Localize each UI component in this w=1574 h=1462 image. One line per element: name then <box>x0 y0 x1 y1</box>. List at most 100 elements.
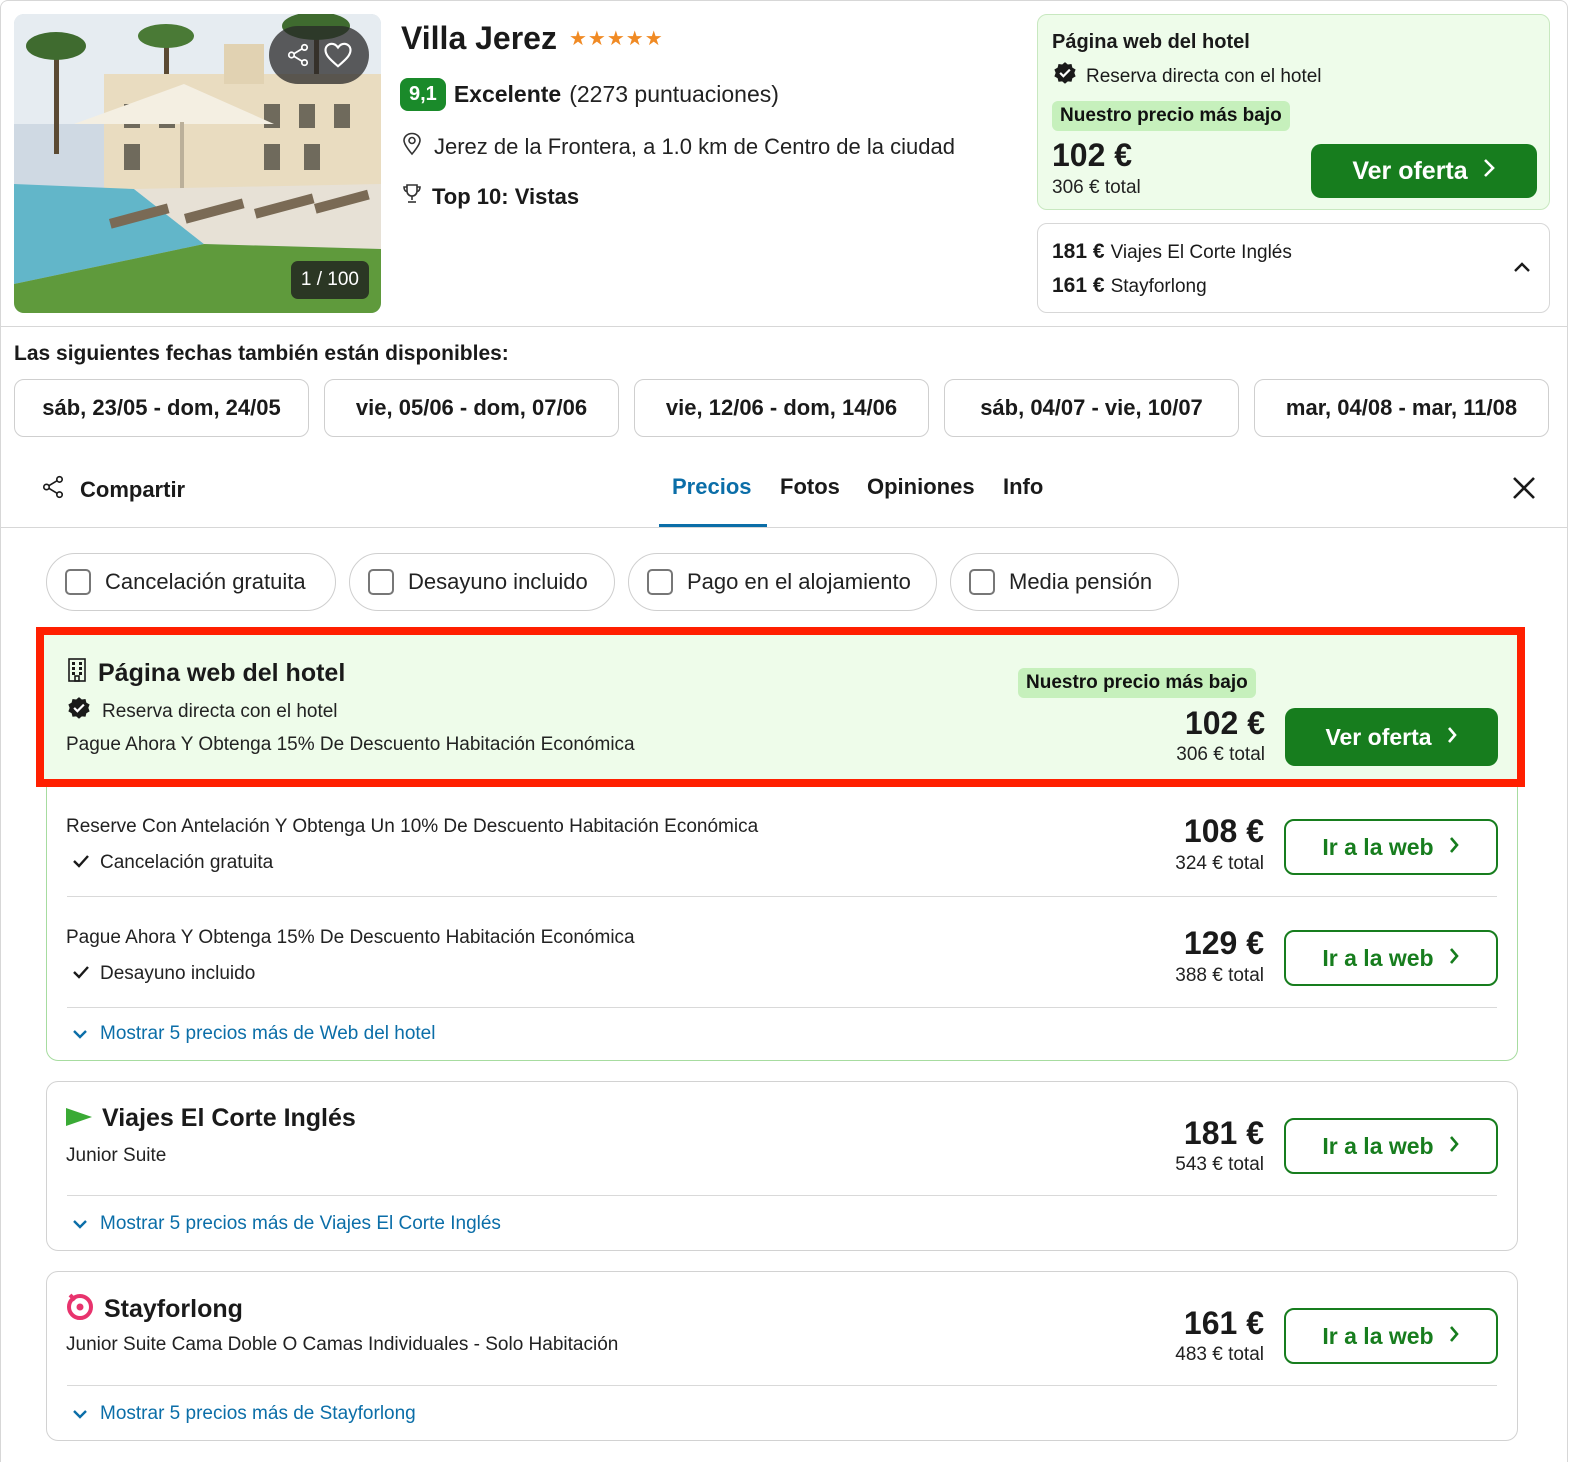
go-to-site-button[interactable]: Ir a la web <box>1284 1308 1498 1364</box>
hotel-title-row: Villa Jerez ★★★★★ <box>401 20 664 57</box>
top-offer-price: 102 € <box>1052 137 1133 173</box>
tab-reviews[interactable]: Opiniones <box>867 474 975 500</box>
filter-label: Desayuno incluido <box>408 569 588 594</box>
filter-label: Media pensión <box>1009 569 1153 594</box>
other-offer-provider: Stayforlong <box>1110 276 1207 297</box>
photo-actions <box>269 26 369 84</box>
rating-count: (2273 puntuaciones) <box>569 81 779 107</box>
verified-badge-icon <box>66 696 92 728</box>
row-divider <box>67 1007 1497 1008</box>
chevron-right-icon <box>1448 1323 1460 1350</box>
corte-ingles-offers-group: Viajes El Corte Inglés Junior Suite 181 … <box>46 1081 1518 1251</box>
provider-name: Viajes El Corte Inglés <box>102 1104 356 1132</box>
hotel-photo[interactable]: 1 / 100 <box>14 14 381 313</box>
offer-total: 543 € total <box>1175 1154 1264 1175</box>
heart-icon[interactable] <box>323 41 353 69</box>
go-to-site-label: Ir a la web <box>1322 833 1434 860</box>
chevron-down-icon <box>72 1403 88 1425</box>
date-chip[interactable]: mar, 04/08 - mar, 11/08 <box>1254 379 1549 437</box>
other-offer-price: 161 € <box>1052 274 1105 297</box>
view-offer-label: Ver oferta <box>1352 156 1468 185</box>
go-to-site-label: Ir a la web <box>1322 1132 1434 1159</box>
filter-free-cancellation[interactable]: Cancelación gratuita <box>46 553 336 611</box>
filter-half-board[interactable]: Media pensión <box>950 553 1179 611</box>
corte-ingles-logo-icon <box>66 1104 92 1133</box>
checkmark-icon <box>72 963 90 985</box>
offer-price: 102 € <box>1184 705 1265 741</box>
stayforlong-offers-group: Stayforlong Junior Suite Cama Doble O Ca… <box>46 1271 1518 1441</box>
offer-price: 129 € <box>1183 925 1264 961</box>
row-divider <box>67 1385 1497 1386</box>
close-icon[interactable] <box>1510 474 1538 507</box>
offer-total: 306 € total <box>1176 744 1265 765</box>
chevron-right-icon <box>1448 834 1460 861</box>
checkmark-icon <box>72 852 90 874</box>
other-offers-summary[interactable]: 181 € Viajes El Corte Inglés 161 € Stayfor… <box>1037 223 1550 313</box>
featured-offer-highlight[interactable]: Página web del hotel Reserva directa con… <box>36 627 1525 787</box>
show-more-label: Mostrar 5 precios más de Stayforlong <box>100 1403 416 1424</box>
location-pin-icon <box>402 132 422 162</box>
chevron-up-icon[interactable] <box>1513 260 1531 278</box>
go-to-site-button[interactable]: Ir a la web <box>1284 930 1498 986</box>
other-offer-price: 181 € <box>1052 240 1105 263</box>
top-offer-card[interactable]: Página web del hotel Reserva directa con… <box>1037 14 1550 210</box>
go-to-site-label: Ir a la web <box>1322 944 1434 971</box>
top-offer-direct-booking: Reserva directa con el hotel <box>1052 61 1322 93</box>
checkbox[interactable] <box>65 569 91 595</box>
checkbox[interactable] <box>368 569 394 595</box>
stayforlong-logo-icon <box>66 1292 94 1327</box>
chevron-right-icon <box>1482 157 1496 186</box>
show-more-label: Mostrar 5 precios más de Web del hotel <box>100 1023 436 1044</box>
offer-description: Pague Ahora Y Obtenga 15% De Descuento H… <box>66 734 635 755</box>
filter-label: Cancelación gratuita <box>105 569 306 594</box>
view-offer-label: Ver oferta <box>1325 723 1432 750</box>
go-to-site-label: Ir a la web <box>1322 1322 1434 1349</box>
date-chip[interactable]: sáb, 04/07 - vie, 10/07 <box>944 379 1239 437</box>
offer-feature-label: Desayuno incluido <box>100 963 256 984</box>
tab-info[interactable]: Info <box>1003 474 1043 500</box>
featured-offer-title: Página web del hotel <box>66 657 345 690</box>
photo-counter: 1 / 100 <box>290 261 369 299</box>
other-offer-row: 161 € Stayforlong <box>1052 274 1207 298</box>
filter-pay-at-property[interactable]: Pago en el alojamiento <box>628 553 937 611</box>
show-more-prices-link[interactable]: Mostrar 5 precios más de Web del hotel <box>72 1023 435 1045</box>
offer-description: Pague Ahora Y Obtenga 15% De Descuento H… <box>66 927 635 948</box>
offer-total: 324 € total <box>1175 853 1264 874</box>
view-offer-button[interactable]: Ver oferta <box>1285 708 1498 766</box>
building-icon <box>66 657 88 690</box>
share-icon <box>40 474 66 506</box>
direct-booking-label: Reserva directa con el hotel <box>102 701 338 722</box>
filter-label: Pago en el alojamiento <box>687 569 911 594</box>
share-label: Compartir <box>80 477 186 502</box>
top-view-offer-button[interactable]: Ver oferta <box>1311 144 1537 198</box>
offer-price: 161 € <box>1183 1305 1264 1341</box>
date-chip[interactable]: vie, 12/06 - dom, 14/06 <box>634 379 929 437</box>
show-more-label: Mostrar 5 precios más de Viajes El Corte… <box>100 1213 501 1234</box>
filter-breakfast[interactable]: Desayuno incluido <box>349 553 615 611</box>
tab-photos[interactable]: Fotos <box>780 474 840 500</box>
section-divider <box>0 326 1568 327</box>
location-row[interactable]: Jerez de la Frontera, a 1.0 km de Centro… <box>402 132 955 162</box>
share-icon[interactable] <box>285 42 311 68</box>
date-chip[interactable]: sáb, 23/05 - dom, 24/05 <box>14 379 309 437</box>
go-to-site-button[interactable]: Ir a la web <box>1284 819 1498 875</box>
checkbox[interactable] <box>969 569 995 595</box>
checkbox[interactable] <box>647 569 673 595</box>
chevron-down-icon <box>72 1213 88 1235</box>
alt-dates-title: Las siguientes fechas también están disp… <box>14 342 509 365</box>
tab-prices[interactable]: Precios <box>672 474 752 500</box>
rating-row[interactable]: 9,1 Excelente (2273 puntuaciones) <box>400 78 779 111</box>
offer-feature: Cancelación gratuita <box>72 852 273 874</box>
chevron-down-icon <box>72 1023 88 1045</box>
share-button[interactable]: Compartir <box>40 474 185 506</box>
award-row: Top 10: Vistas <box>402 183 579 211</box>
top-offer-provider: Página web del hotel <box>1052 31 1250 53</box>
offer-description: Junior Suite Cama Doble O Camas Individu… <box>66 1334 619 1355</box>
date-chip[interactable]: vie, 05/06 - dom, 07/06 <box>324 379 619 437</box>
hotel-name[interactable]: Villa Jerez <box>401 20 557 57</box>
chevron-right-icon <box>1446 724 1458 751</box>
offer-total: 483 € total <box>1175 1344 1264 1365</box>
go-to-site-button[interactable]: Ir a la web <box>1284 1118 1498 1174</box>
show-more-prices-link[interactable]: Mostrar 5 precios más de Stayforlong <box>72 1403 416 1425</box>
show-more-prices-link[interactable]: Mostrar 5 precios más de Viajes El Corte… <box>72 1213 501 1235</box>
